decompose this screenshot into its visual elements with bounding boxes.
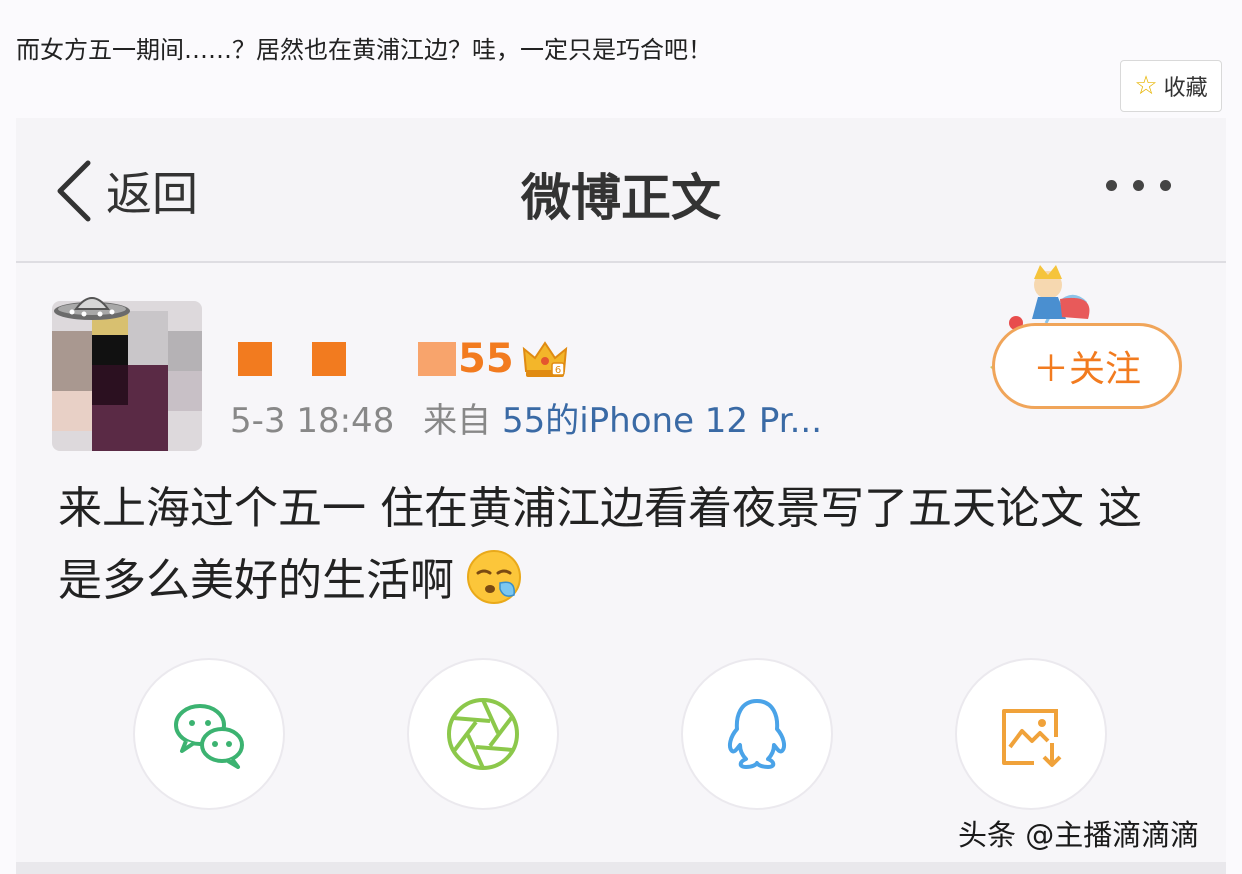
redacted-name-block <box>238 342 272 376</box>
article-caption: 而女方五一期间……？居然也在黄浦江边？哇，一定只是巧合吧！ <box>16 36 712 64</box>
navbar: 返回 微博正文 <box>16 118 1226 263</box>
redacted-name-block <box>312 342 346 376</box>
share-save-image-button[interactable] <box>955 658 1107 810</box>
save-image-icon <box>1002 709 1062 767</box>
wechat-icon <box>174 704 244 769</box>
watermark: 头条 @主播滴滴滴 <box>958 818 1200 852</box>
svg-text:6: 6 <box>554 365 560 376</box>
weibo-screenshot: 返回 微博正文 55 6 5-3 18:48 来自 55的iPhone 12 P… <box>16 118 1226 874</box>
share-row <box>16 658 1226 818</box>
page-title: 微博正文 <box>521 169 721 227</box>
post-meta: 5-3 18:48 来自 55的iPhone 12 Pr... <box>230 393 822 442</box>
post-time: 5-3 18:48 <box>230 401 395 441</box>
moments-icon <box>447 698 519 770</box>
post-text: 来上海过个五一 住在黄浦江边看着夜景写了五天论文 这是多么美好的生活啊 <box>58 483 1142 606</box>
share-moments-button[interactable] <box>407 658 559 810</box>
follow-button[interactable]: ＋关注 <box>992 323 1182 409</box>
star-icon: ☆ <box>1134 71 1158 101</box>
username-suffix: 55 <box>458 336 514 382</box>
redacted-name-block <box>418 342 456 376</box>
username[interactable]: 55 6 <box>238 336 568 382</box>
post-body: 来上海过个五一 住在黄浦江边看着夜景写了五天论文 这是多么美好的生活啊 <box>58 473 1168 617</box>
post-device[interactable]: 55的iPhone 12 Pr... <box>502 401 822 441</box>
qq-icon <box>727 699 787 769</box>
ufo-decoration-icon <box>54 297 130 320</box>
favorite-label: 收藏 <box>1163 76 1208 101</box>
weibo-post: 55 6 5-3 18:48 来自 55的iPhone 12 Pr... ＋关注… <box>16 263 1226 874</box>
crown-vip-icon: 6 <box>522 341 567 377</box>
from-label: 来自 <box>423 401 492 441</box>
share-qq-button[interactable] <box>681 658 833 810</box>
favorite-button[interactable]: ☆ 收藏 <box>1120 60 1222 112</box>
share-wechat-button[interactable] <box>133 658 285 810</box>
bottom-divider <box>16 862 1226 874</box>
more-dots-icon[interactable] <box>1106 180 1171 191</box>
sleepy-emoji-icon <box>467 550 521 604</box>
